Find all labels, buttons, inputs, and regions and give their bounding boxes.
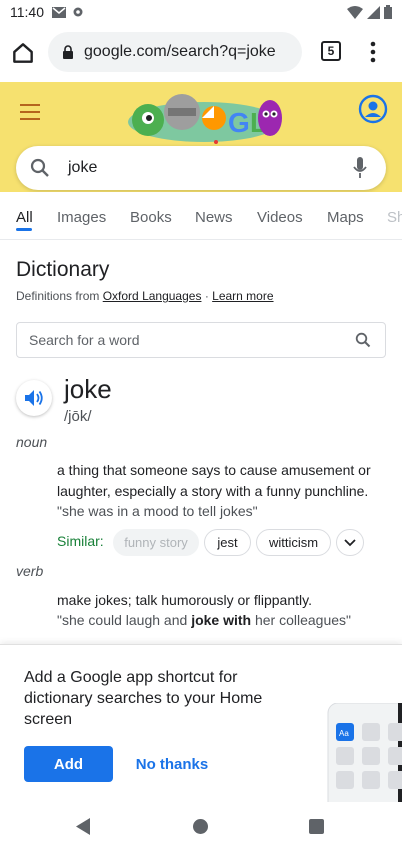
definition-verb: make jokes; talk humorously or flippantl…: [57, 592, 312, 608]
svg-text:G: G: [228, 107, 250, 138]
google-doodle-logo[interactable]: G L: [124, 88, 284, 144]
learn-more-link[interactable]: Learn more: [212, 289, 273, 303]
hamburger-menu-icon[interactable]: [20, 104, 40, 120]
wifi-icon: [347, 5, 363, 19]
word-search-placeholder: Search for a word: [29, 332, 140, 348]
example-verb: "she could laugh and joke with her colle…: [57, 612, 351, 628]
pronunciation-button[interactable]: [16, 380, 52, 416]
source-separator: ·: [204, 289, 209, 303]
add-button[interactable]: Add: [24, 746, 113, 782]
settings-icon: [73, 7, 83, 17]
add-shortcut-sheet: Add a Google app shortcut for dictionary…: [0, 644, 402, 803]
account-icon[interactable]: [358, 94, 388, 124]
tab-all[interactable]: All: [16, 209, 33, 226]
more-similar-button[interactable]: [336, 529, 364, 556]
example-verb-start: "she could laugh and: [57, 612, 192, 628]
tab-images[interactable]: Images: [57, 209, 106, 226]
url-bar[interactable]: google.com/search?q=joke: [48, 32, 302, 72]
search-box[interactable]: joke: [16, 146, 386, 190]
similar-label: Similar:: [57, 533, 104, 549]
tab-switcher-button[interactable]: 5: [321, 41, 341, 61]
example-noun: "she was in a mood to tell jokes": [57, 503, 258, 519]
word-search-input[interactable]: Search for a word: [16, 322, 386, 358]
dictionary-source: Definitions from Oxford Languages · Lear…: [16, 289, 274, 303]
microphone-icon[interactable]: [353, 157, 367, 179]
home-nav-icon[interactable]: [193, 819, 208, 834]
similar-chip[interactable]: witticism: [256, 529, 331, 556]
no-thanks-button[interactable]: No thanks: [128, 746, 216, 782]
part-of-speech-noun: noun: [16, 434, 48, 450]
similar-chip[interactable]: jest: [204, 529, 251, 556]
home-screen-illustration: Aa: [327, 703, 402, 803]
search-query: joke: [68, 159, 98, 176]
system-nav-bar: [0, 802, 402, 851]
search-tabs: All Images Books News Videos Maps Sh: [0, 192, 402, 240]
similar-chip[interactable]: funny story: [113, 529, 199, 556]
status-right: [347, 5, 392, 19]
active-tab-indicator: [16, 228, 32, 231]
gmail-icon: [52, 6, 66, 18]
example-verb-bold: joke with: [191, 612, 252, 628]
source-prefix: Definitions from: [16, 289, 100, 303]
search-icon: [30, 158, 49, 177]
dictionary-title: Dictionary: [16, 258, 110, 281]
chevron-down-icon: [344, 538, 356, 546]
example-verb-end: her colleagues": [251, 612, 352, 628]
tab-maps[interactable]: Maps: [327, 209, 364, 226]
google-header: G L joke: [0, 82, 402, 192]
phonetic: /jōk/: [64, 408, 92, 425]
browser-toolbar: google.com/search?q=joke 5: [0, 24, 402, 82]
definition-noun: a thing that someone says to cause amuse…: [57, 462, 371, 499]
speaker-icon: [25, 390, 43, 406]
status-bar: 11:40: [0, 0, 402, 24]
sheet-message: Add a Google app shortcut for dictionary…: [24, 669, 263, 728]
oxford-languages-link[interactable]: Oxford Languages: [103, 289, 202, 303]
status-time: 11:40: [10, 4, 44, 20]
home-icon[interactable]: [10, 40, 36, 66]
url-text: google.com/search?q=joke: [84, 43, 276, 60]
tab-count: 5: [327, 44, 335, 58]
more-vert-icon[interactable]: [368, 40, 378, 64]
tab-shopping[interactable]: Sh: [387, 209, 402, 226]
headword: joke: [64, 374, 112, 404]
tab-videos[interactable]: Videos: [257, 209, 303, 226]
battery-icon: [384, 5, 392, 19]
tab-news[interactable]: News: [195, 209, 233, 226]
signal-icon: [367, 5, 380, 19]
search-icon[interactable]: [355, 332, 371, 348]
recents-icon[interactable]: [309, 819, 324, 834]
lock-icon: [63, 45, 73, 59]
tab-books[interactable]: Books: [130, 209, 172, 226]
part-of-speech-verb: verb: [16, 563, 44, 579]
back-icon[interactable]: [76, 818, 91, 835]
svg-text:Aa: Aa: [339, 729, 349, 738]
